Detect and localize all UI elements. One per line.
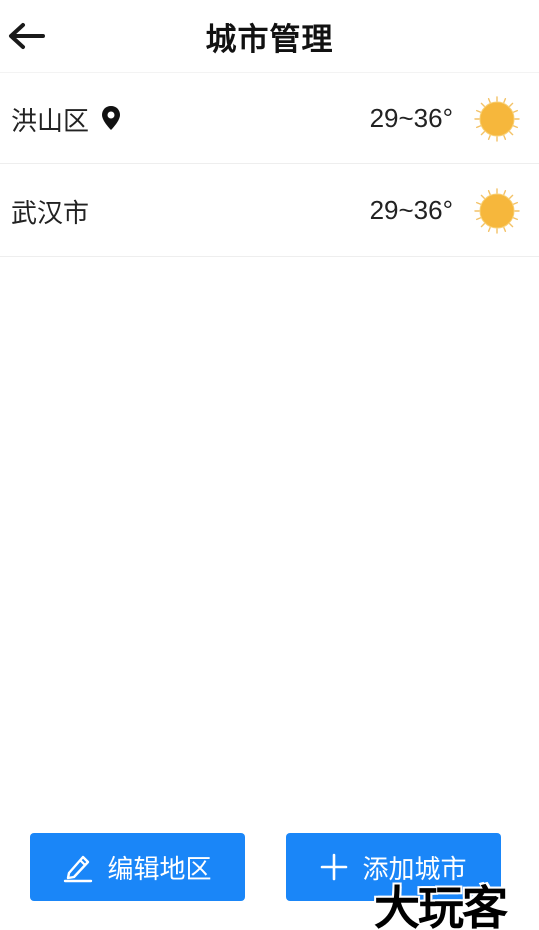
- city-name: 洪山区: [11, 107, 90, 137]
- pencil-icon: [64, 855, 93, 883]
- city-row-hongshan[interactable]: 洪山区 29~36°: [0, 72, 539, 164]
- sun-icon: [474, 96, 520, 142]
- city-name: 武汉市: [11, 199, 90, 229]
- page-title: 城市管理: [205, 22, 334, 58]
- temperature-range: 29~36°: [369, 195, 453, 225]
- sun-icon: [474, 188, 520, 234]
- header: 城市管理: [0, 0, 539, 72]
- edit-region-label: 编辑地区: [107, 854, 212, 885]
- city-row-wuhan[interactable]: 武汉市 29~36°: [0, 165, 539, 257]
- plus-icon: [321, 853, 348, 881]
- temperature-range: 29~36°: [369, 103, 453, 133]
- location-pin-icon: [102, 106, 120, 130]
- watermark: 大玩客: [374, 881, 508, 930]
- edit-region-button[interactable]: 编辑地区: [30, 833, 245, 901]
